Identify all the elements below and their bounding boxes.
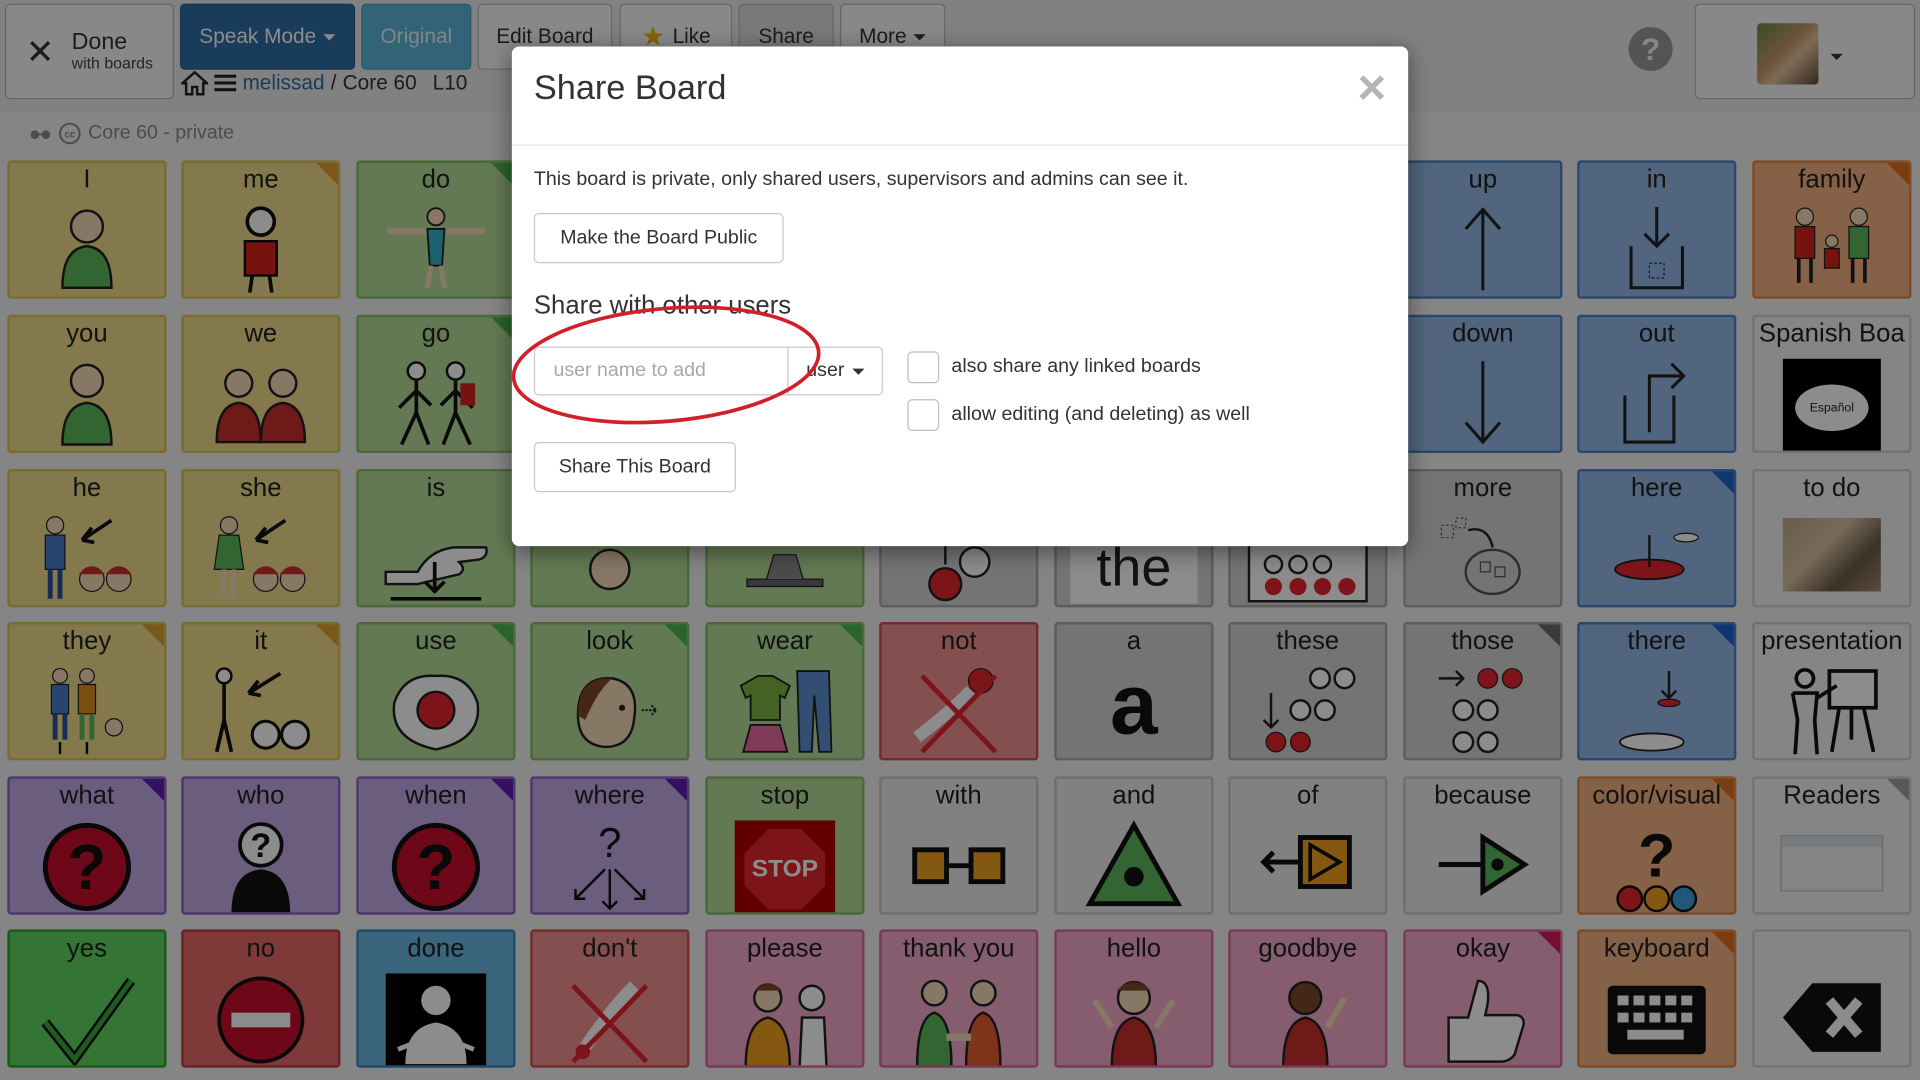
share-this-board-button[interactable]: Share This Board bbox=[533, 442, 736, 493]
user-name-input[interactable] bbox=[533, 346, 789, 396]
caret-down-icon bbox=[851, 367, 864, 375]
share-board-dialog: Share Board × This board is private, onl… bbox=[511, 46, 1409, 547]
make-public-button[interactable]: Make the Board Public bbox=[533, 213, 784, 264]
user-type-dropdown[interactable]: user bbox=[787, 346, 883, 396]
allow-editing-checkbox[interactable] bbox=[907, 399, 940, 432]
allow-editing-option: allow editing (and deleting) as well bbox=[907, 399, 1250, 432]
share-linked-label: also share any linked boards bbox=[951, 356, 1201, 378]
share-users-heading: Share with other users bbox=[533, 291, 792, 320]
close-icon[interactable]: × bbox=[1358, 61, 1387, 116]
allow-editing-label: allow editing (and deleting) as well bbox=[951, 404, 1250, 425]
app-stage: ✕ Done with boards Speak Mode Original E… bbox=[0, 0, 1920, 1080]
dialog-title: Share Board bbox=[533, 68, 727, 107]
privacy-note: This board is private, only shared users… bbox=[533, 168, 1189, 190]
share-linked-option: also share any linked boards bbox=[907, 351, 1201, 384]
share-linked-checkbox[interactable] bbox=[907, 351, 940, 384]
